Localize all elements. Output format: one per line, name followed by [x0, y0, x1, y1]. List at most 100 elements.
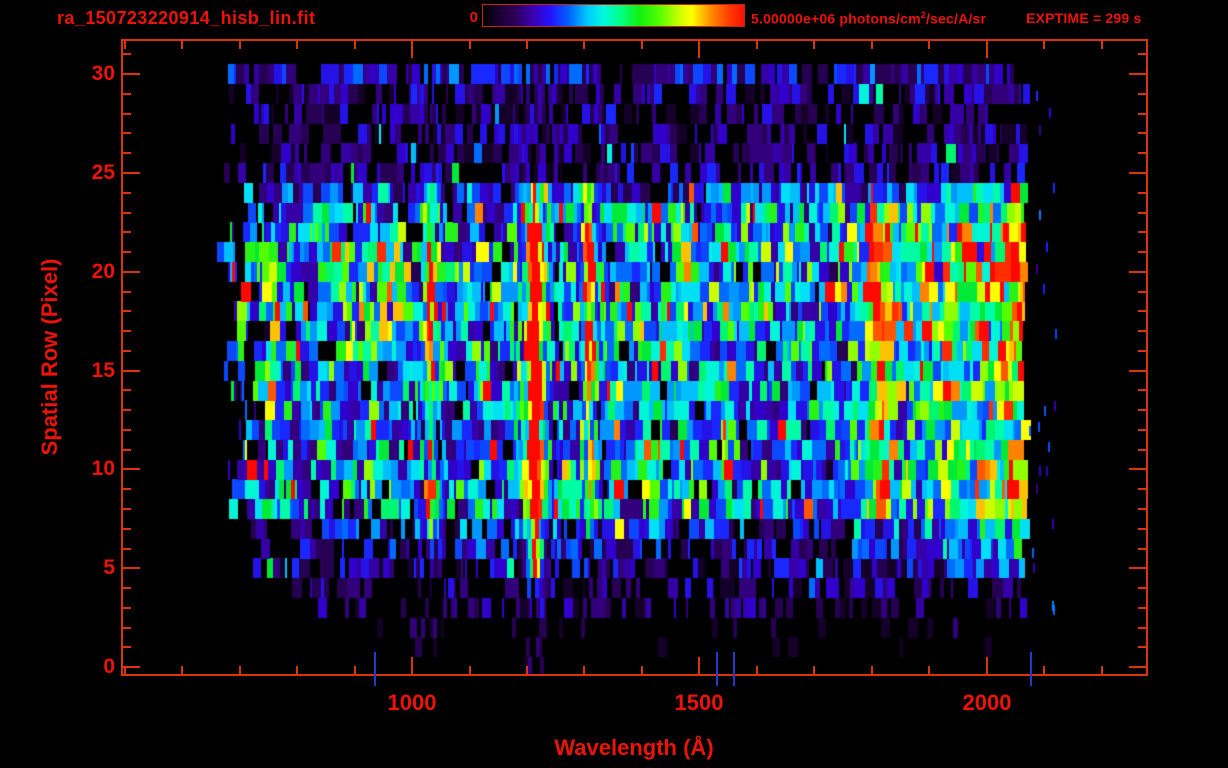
x-minor-tick [526, 41, 528, 49]
y-minor-tick [123, 251, 131, 253]
y-minor-tick [123, 53, 131, 55]
y-major-tick [123, 666, 140, 668]
x-minor-tick [239, 41, 241, 49]
y-minor-tick [1138, 409, 1146, 411]
y-major-tick [123, 468, 140, 470]
y-minor-tick [123, 449, 131, 451]
y-minor-tick [1138, 291, 1146, 293]
y-minor-tick [1138, 607, 1146, 609]
x-minor-tick [296, 666, 298, 674]
x-minor-tick [526, 666, 528, 674]
y-major-tick [1129, 73, 1146, 75]
y-tick-label: 10 [91, 457, 115, 480]
x-minor-tick [469, 41, 471, 49]
x-major-tick [986, 41, 988, 58]
y-major-tick [123, 172, 140, 174]
y-minor-tick [123, 409, 131, 411]
y-major-tick [1129, 468, 1146, 470]
x-minor-tick [239, 666, 241, 674]
y-minor-tick [123, 192, 131, 194]
x-tick-label: 1500 [674, 690, 724, 715]
y-tick-label: 30 [91, 62, 115, 85]
colorbar-max-label-suffix: /sec/A/sr [925, 10, 987, 27]
plot-title: ra_150723220914_hisb_lin.fit [57, 8, 316, 28]
x-minor-tick [928, 41, 930, 49]
y-minor-tick [123, 429, 131, 431]
x-major-tick [698, 657, 700, 674]
stray-column [716, 652, 718, 686]
x-tick-label: 2000 [962, 690, 1012, 715]
y-minor-tick [1138, 389, 1146, 391]
y-major-tick [1129, 172, 1146, 174]
y-major-tick [123, 370, 140, 372]
y-major-tick [1129, 567, 1146, 569]
y-minor-tick [123, 548, 131, 550]
y-minor-tick [123, 152, 131, 154]
stray-column [374, 652, 376, 686]
y-minor-tick [123, 350, 131, 352]
y-minor-tick [123, 389, 131, 391]
y-major-tick [1129, 271, 1146, 273]
colorbar-max-label-prefix: 5.00000e+06 photons/cm [751, 10, 921, 27]
plot-frame [121, 39, 1148, 676]
x-minor-tick [1043, 41, 1045, 49]
y-major-tick [1129, 666, 1146, 668]
y-minor-tick [123, 113, 131, 115]
y-minor-tick [123, 627, 131, 629]
y-tick-label: 0 [103, 655, 115, 678]
x-minor-tick [928, 666, 930, 674]
x-major-tick [986, 657, 988, 674]
y-minor-tick [123, 528, 131, 530]
y-minor-tick [123, 212, 131, 214]
x-minor-tick [813, 41, 815, 49]
x-minor-tick [871, 666, 873, 674]
colorbar-gradient [482, 4, 745, 27]
y-minor-tick [123, 488, 131, 490]
y-minor-tick [1138, 152, 1146, 154]
x-minor-tick [583, 41, 585, 49]
x-minor-tick [756, 41, 758, 49]
y-minor-tick [123, 330, 131, 332]
x-minor-tick [124, 41, 126, 49]
y-minor-tick [123, 291, 131, 293]
y-major-tick [1129, 370, 1146, 372]
y-minor-tick [1138, 488, 1146, 490]
y-minor-tick [1138, 627, 1146, 629]
y-minor-tick [1138, 449, 1146, 451]
x-minor-tick [756, 666, 758, 674]
x-minor-tick [1101, 41, 1103, 49]
x-minor-tick [1101, 666, 1103, 674]
x-minor-tick [1043, 666, 1045, 674]
x-axis-title: Wavelength (Å) [554, 735, 714, 760]
y-minor-tick [1138, 508, 1146, 510]
y-minor-tick [1138, 132, 1146, 134]
y-minor-tick [1138, 192, 1146, 194]
y-axis-title: Spatial Row (Pixel) [37, 258, 62, 456]
y-major-tick [123, 271, 140, 273]
y-minor-tick [123, 587, 131, 589]
y-minor-tick [1138, 350, 1146, 352]
y-minor-tick [123, 132, 131, 134]
y-minor-tick [123, 310, 131, 312]
y-major-tick [123, 73, 140, 75]
x-major-tick [411, 657, 413, 674]
x-minor-tick [583, 666, 585, 674]
x-tick-label: 1000 [387, 690, 437, 715]
y-minor-tick [123, 607, 131, 609]
y-minor-tick [1138, 212, 1146, 214]
stray-column [1030, 652, 1032, 686]
y-minor-tick [123, 646, 131, 648]
y-minor-tick [1138, 528, 1146, 530]
y-minor-tick [123, 508, 131, 510]
y-minor-tick [1138, 251, 1146, 253]
y-minor-tick [1138, 310, 1146, 312]
colorbar-min-label: 0 [469, 9, 478, 26]
y-minor-tick [123, 93, 131, 95]
y-minor-tick [1138, 53, 1146, 55]
x-minor-tick [871, 41, 873, 49]
y-minor-tick [1138, 646, 1146, 648]
stray-column [733, 652, 735, 686]
x-major-tick [411, 41, 413, 58]
x-minor-tick [354, 41, 356, 49]
x-minor-tick [181, 666, 183, 674]
